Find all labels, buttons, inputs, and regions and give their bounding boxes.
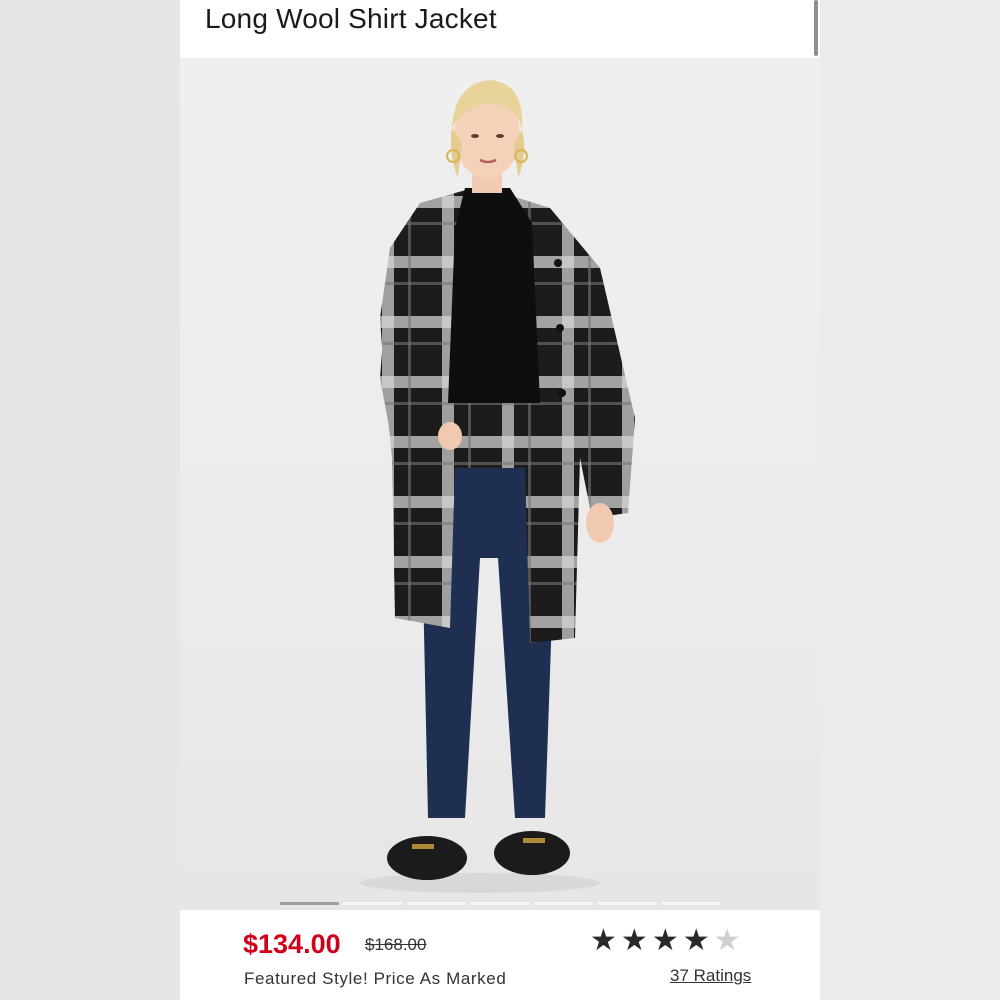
left-backdrop [0, 0, 180, 1000]
pager-dot[interactable] [660, 902, 720, 905]
pager-dot[interactable] [406, 902, 467, 905]
model-illustration [360, 80, 635, 893]
pager-dot[interactable] [343, 902, 403, 905]
product-info: $134.00 $168.00 Featured Style! Price As… [180, 912, 820, 1000]
image-pager[interactable] [280, 902, 720, 906]
product-page: Long Wool Shirt Jacket $134.00 $168.00 F… [180, 0, 820, 1000]
product-title: Long Wool Shirt Jacket [205, 3, 497, 34]
header: Long Wool Shirt Jacket [180, 0, 820, 58]
star-empty-icon: ★ [713, 924, 741, 957]
promo-text: Featured Style! Price As Marked [244, 969, 507, 988]
right-backdrop [820, 0, 1000, 1000]
product-image[interactable] [180, 58, 820, 910]
pager-dot[interactable] [533, 902, 594, 905]
star-rating[interactable]: ★ ★ ★ ★ ★ [590, 924, 741, 958]
scrollbar[interactable] [814, 0, 818, 56]
star-filled-icon: ★ [651, 924, 679, 957]
pager-dot[interactable] [470, 902, 530, 905]
original-price: $168.00 [365, 935, 427, 954]
star-filled-icon: ★ [590, 924, 617, 957]
ratings-link[interactable]: 37 Ratings [670, 966, 751, 986]
pager-dot[interactable] [597, 902, 657, 905]
star-filled-icon: ★ [620, 924, 648, 957]
pager-dot[interactable] [280, 902, 340, 905]
sale-price: $134.00 [243, 929, 341, 959]
star-filled-icon: ★ [682, 924, 710, 957]
